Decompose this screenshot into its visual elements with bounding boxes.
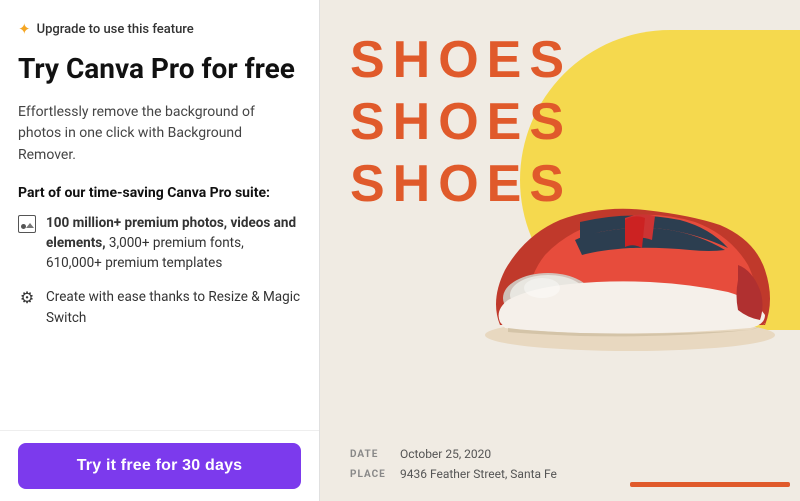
try-free-button[interactable]: Try it free for 30 days [18,443,301,489]
feature-text-photos: 100 million+ premium photos, videos and … [46,213,301,274]
right-panel: SHOES SHOES SHOES [320,0,800,501]
left-panel: ✦ Upgrade to use this feature Try Canva … [0,0,320,501]
feature-list: 100 million+ premium photos, videos and … [18,213,301,328]
place-label: PLACE [350,469,390,480]
feature-item-resize: ⚙ Create with ease thanks to Resize & Ma… [18,287,301,328]
shoes-line-1: SHOES [350,30,572,90]
main-title: Try Canva Pro for free [18,52,301,86]
description-text: Effortlessly remove the background of ph… [18,102,301,167]
upgrade-badge-text: Upgrade to use this feature [37,22,194,37]
feature-item-photos: 100 million+ premium photos, videos and … [18,213,301,274]
place-row: PLACE 9436 Feather Street, Santa Fe [350,467,557,481]
left-content: ✦ Upgrade to use this feature Try Canva … [0,0,319,430]
suite-title: Part of our time-saving Canva Pro suite: [18,185,301,201]
cta-bar: Try it free for 30 days [0,430,319,501]
place-value: 9436 Feather Street, Santa Fe [400,467,557,481]
feature-text-resize: Create with ease thanks to Resize & Magi… [46,287,301,328]
date-row: DATE October 25, 2020 [350,447,557,461]
image-icon [18,215,36,233]
upgrade-badge: ✦ Upgrade to use this feature [18,20,301,38]
resize-icon: ⚙ [18,289,36,307]
orange-line-decoration [630,482,790,487]
bottom-info: DATE October 25, 2020 PLACE 9436 Feather… [350,447,557,481]
shoe-image [470,140,790,360]
date-value: October 25, 2020 [400,447,491,461]
star-icon: ✦ [18,20,31,38]
date-label: DATE [350,449,390,460]
